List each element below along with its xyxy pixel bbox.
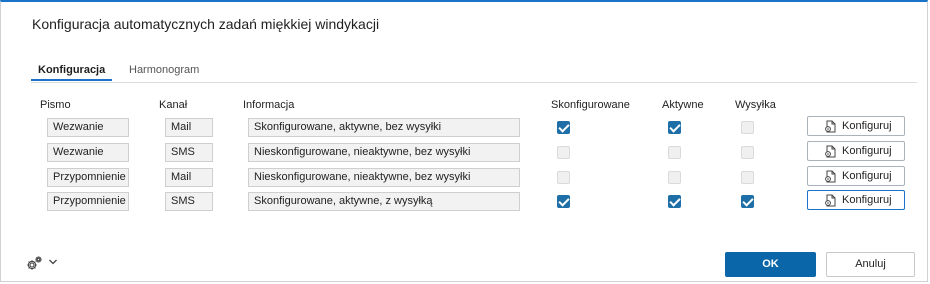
table-row: Wezwanie Mail Skonfigurowane, aktywne, bez… [1, 116, 929, 138]
aktywne-checkbox[interactable] [668, 171, 681, 184]
table-row: Przypomnienie SMS Skonfigurowane, aktywne,… [1, 190, 929, 212]
table-row: Przypomnienie Mail Nieskonfigurowane, niea… [1, 166, 929, 188]
column-header-informacja: Informacja [243, 99, 295, 111]
kanal-field: SMS [165, 192, 213, 211]
column-header-aktywne: Aktywne [662, 99, 704, 111]
chevron-down-icon[interactable] [48, 258, 58, 266]
document-settings-icon [825, 170, 836, 183]
informacja-field: Skonfigurowane, aktywne, bez wysyłki [248, 118, 520, 137]
konfiguruj-label: Konfiguruj [842, 170, 892, 182]
cancel-button[interactable]: Anuluj [826, 252, 915, 277]
informacja-field: Nieskonfigurowane, nieaktywne, bez wysył… [248, 143, 520, 162]
konfiguruj-button[interactable]: Konfiguruj [807, 141, 905, 161]
tab-harmonogram[interactable]: Harmonogram [129, 64, 199, 80]
column-header-pismo: Pismo [40, 99, 71, 111]
document-settings-icon [825, 145, 836, 158]
skonfigurowane-checkbox[interactable] [557, 195, 570, 208]
column-header-skonfigurowane: Skonfigurowane [551, 99, 630, 111]
kanal-field: SMS [165, 143, 213, 162]
aktywne-checkbox[interactable] [668, 121, 681, 134]
aktywne-checkbox[interactable] [668, 146, 681, 159]
tab-konfiguracja[interactable]: Konfiguracja [31, 64, 113, 81]
kanal-field: Mail [165, 168, 213, 187]
document-settings-icon [825, 194, 836, 207]
aktywne-checkbox[interactable] [668, 195, 681, 208]
document-settings-icon [825, 120, 836, 133]
konfiguruj-button[interactable]: Konfiguruj [807, 166, 905, 186]
pismo-field: Przypomnienie [47, 168, 129, 187]
konfiguruj-label: Konfiguruj [842, 120, 892, 132]
wysylka-checkbox[interactable] [741, 171, 754, 184]
wysylka-checkbox[interactable] [741, 195, 754, 208]
informacja-field: Nieskonfigurowane, nieaktywne, bez wysył… [248, 168, 520, 187]
gear-icon[interactable] [25, 255, 43, 273]
dialog-title: Konfiguracja automatycznych zadań miękki… [32, 16, 380, 32]
column-header-kanal: Kanał [159, 99, 188, 111]
ok-button[interactable]: OK [725, 252, 816, 277]
tab-bar: Konfiguracja Harmonogram [31, 62, 917, 83]
pismo-field: Wezwanie [47, 143, 129, 162]
wysylka-checkbox[interactable] [741, 146, 754, 159]
skonfigurowane-checkbox[interactable] [557, 121, 570, 134]
column-header-wysylka: Wysyłka [735, 99, 776, 111]
table-row: Wezwanie SMS Nieskonfigurowane, nieaktywne… [1, 141, 929, 163]
skonfigurowane-checkbox[interactable] [557, 171, 570, 184]
pismo-field: Przypomnienie [47, 192, 129, 211]
kanal-field: Mail [165, 118, 213, 137]
konfiguruj-label: Konfiguruj [842, 145, 892, 157]
konfiguruj-button[interactable]: Konfiguruj [807, 116, 905, 136]
dialog-window: Konfiguracja automatycznych zadań miękki… [0, 0, 928, 282]
informacja-field: Skonfigurowane, aktywne, z wysyłką [248, 192, 520, 211]
skonfigurowane-checkbox[interactable] [557, 146, 570, 159]
konfiguruj-label: Konfiguruj [842, 194, 892, 206]
pismo-field: Wezwanie [47, 118, 129, 137]
konfiguruj-button[interactable]: Konfiguruj [807, 190, 905, 210]
wysylka-checkbox[interactable] [741, 121, 754, 134]
